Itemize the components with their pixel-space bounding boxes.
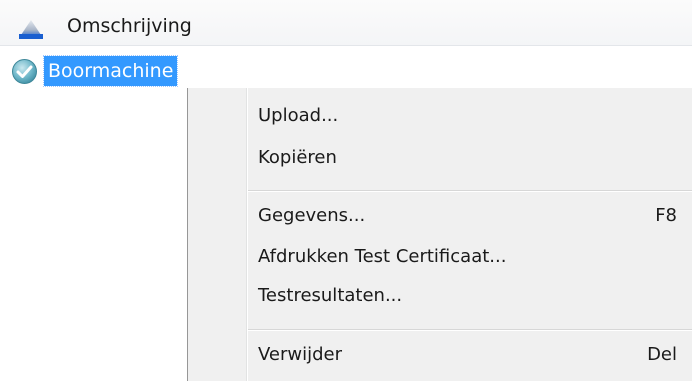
column-header-label: Omschrijving [67, 15, 192, 37]
menu-item-copy[interactable]: Kopiëren [252, 141, 677, 175]
menu-item-label: Kopiëren [258, 147, 337, 168]
menu-item-details[interactable]: Gegevens... F8 [252, 199, 677, 233]
menu-item-delete[interactable]: Verwijder Del [252, 338, 677, 372]
menu-item-shortcut: F8 [655, 205, 677, 226]
tree-item-label[interactable]: Boormachine [42, 55, 179, 87]
menu-separator [248, 190, 692, 191]
menu-item-label: Gegevens... [258, 205, 366, 226]
menu-item-label: Upload... [258, 105, 339, 126]
menu-item-label: Testresultaten... [258, 285, 403, 306]
menu-icon-gutter [246, 88, 247, 381]
menu-item-label: Afdrukken Test Certificaat... [258, 246, 507, 267]
tree-item[interactable]: Boormachine [0, 55, 250, 87]
window-root: Omschrijving Boormachine Upload... Kopië… [0, 0, 692, 381]
menu-separator [248, 329, 692, 330]
column-header[interactable]: Omschrijving [0, 0, 692, 46]
menu-item-shortcut: Del [647, 344, 677, 365]
menu-item-print-certificate[interactable]: Afdrukken Test Certificaat... [252, 240, 677, 274]
sort-ascending-icon [19, 20, 43, 39]
menu-item-label: Verwijder [258, 344, 343, 365]
check-circle-icon [12, 59, 37, 84]
menu-item-upload[interactable]: Upload... [252, 99, 677, 133]
context-menu: Upload... Kopiëren Gegevens... F8 Afdruk… [187, 88, 692, 381]
menu-item-test-results[interactable]: Testresultaten... [252, 279, 677, 313]
